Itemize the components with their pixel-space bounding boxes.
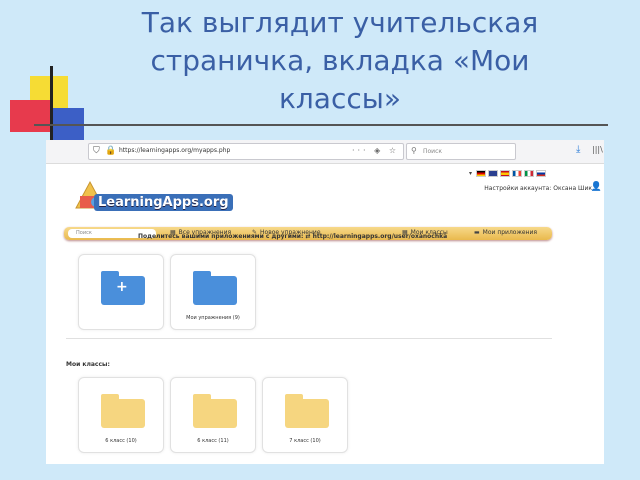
class-label: 6 класс (10) [105, 438, 137, 444]
share-link-line[interactable]: Поделитесь вашими приложениями с другими… [138, 233, 447, 240]
account-settings-link[interactable]: Настройки аккаунта: Оксана Шик [484, 185, 592, 192]
class-label: 6 класс (11) [197, 438, 229, 444]
nav-my-apps[interactable]: ▬ Мои приложения [474, 229, 537, 236]
flag-fr-icon[interactable] [512, 170, 522, 177]
plus-icon: + [116, 279, 128, 295]
address-bar[interactable]: ⛉ 🔒 https://learningapps.org/myapps.php … [88, 143, 404, 160]
class-tile[interactable]: 7 класс (10) [262, 377, 348, 453]
class-label: 7 класс (10) [289, 438, 321, 444]
folder-icon: ▬ [474, 229, 480, 236]
decor-horizontal-line [34, 124, 608, 126]
site-search-placeholder: Поиск [76, 230, 92, 236]
class-tile[interactable]: 6 класс (10) [78, 377, 164, 453]
url-actions[interactable]: ··· ◈ ☆ [352, 146, 399, 155]
shield-icon: ⛉ [93, 146, 100, 156]
language-flags: ▾ [469, 170, 546, 177]
folder-icon [101, 394, 145, 428]
class-tile[interactable]: 6 класс (11) [170, 377, 256, 453]
browser-toolbar: ⛉ 🔒 https://learningapps.org/myapps.php … [46, 140, 604, 164]
lock-icon: 🔒 [105, 146, 117, 156]
flag-it-icon[interactable] [524, 170, 534, 177]
browser-search-placeholder: Поиск [423, 148, 443, 155]
folder-icon [285, 394, 329, 428]
user-icon[interactable]: 👤 [591, 182, 602, 192]
decor-red-square [10, 100, 50, 132]
new-folder-icon: + [101, 271, 145, 305]
browser-search-input[interactable]: ⚲ Поиск [406, 143, 516, 160]
flag-es-icon[interactable] [500, 170, 510, 177]
slide-title: Так выглядит учительская страничка, вкла… [141, 6, 539, 115]
folder-icon [193, 271, 237, 305]
dropdown-arrow-icon[interactable]: ▾ [469, 170, 472, 177]
folder-icon [193, 394, 237, 428]
classes-heading: Мои классы: [66, 361, 110, 368]
site-logo[interactable]: LearningApps.org [94, 194, 233, 211]
flag-ru-icon[interactable] [536, 170, 546, 177]
decor-vertical-line [50, 66, 53, 144]
browser-screenshot: ⛉ 🔒 https://learningapps.org/myapps.php … [46, 140, 604, 464]
new-folder-tile[interactable]: + [78, 254, 164, 330]
nav-my-apps-label: Мои приложения [482, 229, 537, 236]
flag-de-icon[interactable] [476, 170, 486, 177]
flag-uk-icon[interactable] [488, 170, 498, 177]
folder-label: Мои упражнения (9) [186, 315, 240, 321]
download-icon[interactable]: ⤓ [576, 144, 580, 155]
site-header: LearningApps.org ▾ Настройки аккаунта: О… [46, 164, 604, 240]
search-icon: ⚲ [411, 146, 417, 155]
divider [66, 338, 552, 339]
url-text: https://learningapps.org/myapps.php [119, 147, 231, 154]
library-icon[interactable]: |||\ [592, 145, 603, 154]
my-exercises-folder-tile[interactable]: Мои упражнения (9) [170, 254, 256, 330]
